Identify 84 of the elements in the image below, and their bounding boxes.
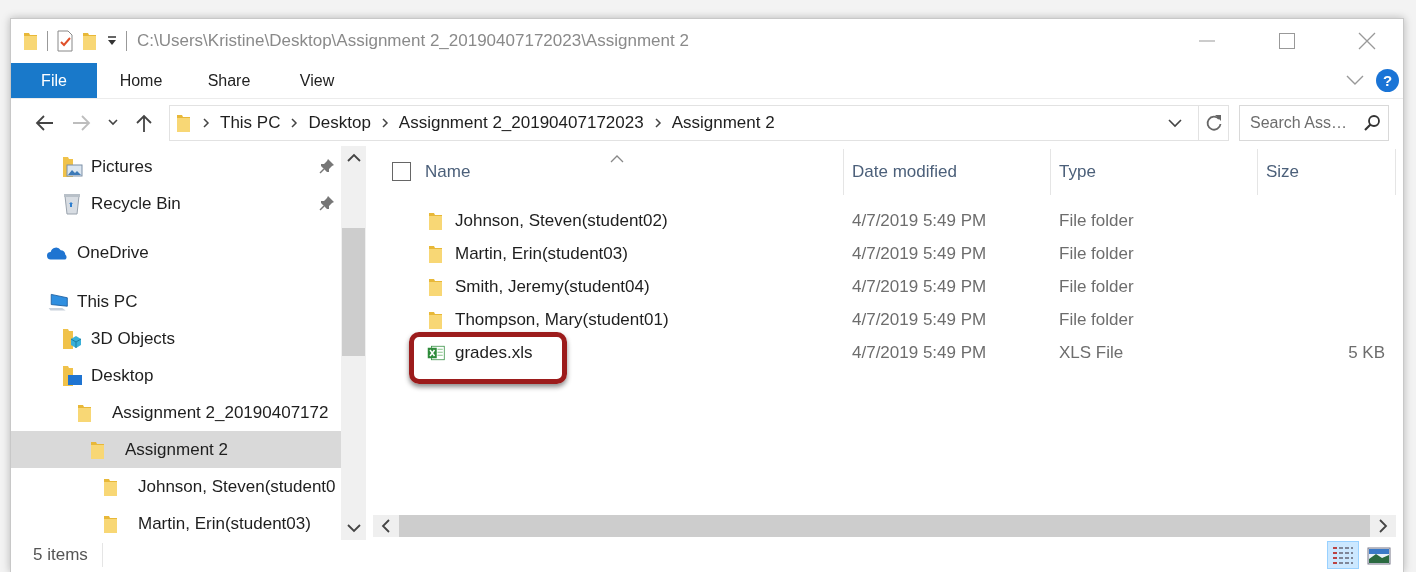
chevron-right-icon [1378,519,1388,533]
folder-icon [428,309,444,330]
ribbon-tab[interactable]: Share [185,63,273,98]
folder-icon [82,31,98,51]
nav-item[interactable]: Recycle Bin [11,185,341,222]
breadcrumb[interactable]: Assignment 2_20190407172023 [398,112,644,133]
type-cell-text: File folder [1058,243,1135,264]
size-cell-text: 5 KB [1347,342,1386,363]
ribbon-tab[interactable]: View [273,63,361,98]
minimize-icon [1198,40,1216,42]
nav-item[interactable]: Assignment 2 [11,431,341,468]
recycle-bin-icon [62,192,82,215]
type-cell-text: File folder [1058,309,1135,330]
file-name[interactable]: grades.xls [455,342,533,363]
file-menu-button[interactable]: File [11,63,97,98]
breadcrumb[interactable]: Assignment 2 [671,112,775,133]
breadcrumb[interactable]: Desktop [308,112,371,133]
forward-arrow-icon [71,113,91,132]
chevron-icon [1168,117,1182,128]
up-arrow-icon [135,113,153,132]
refresh-icon [1204,113,1223,132]
folder-icon [90,439,106,460]
scroll-right-button[interactable] [1370,515,1396,537]
date-cell-text: 4/7/2019 5:49 PM [851,243,988,264]
date-cell-text: 4/7/2019 5:49 PM [851,309,988,330]
select-all-checkbox[interactable] [391,162,411,181]
horizontal-scrollbar[interactable] [373,515,1396,537]
close-icon [1358,32,1376,50]
column-header[interactable]: Type [1051,148,1258,195]
desktop-folder-icon [61,364,83,387]
folder-icon [428,243,444,264]
nav-item[interactable]: Pictures [11,148,341,185]
type-cell-text: File folder [1058,276,1135,297]
nav-item[interactable]: Assignment 2_20190407172 [11,394,341,431]
cube-folder-icon [61,327,83,350]
folder-icon [428,276,444,297]
search-icon [1363,113,1381,132]
chevron-down-icon [346,523,361,533]
nav-item[interactable]: Johnson, Steven(student0 [11,468,341,505]
properties-icon [56,30,74,52]
nav-item[interactable]: 3D Objects [11,320,341,357]
column-header[interactable]: Date modified [844,148,1051,195]
back-arrow-icon [35,113,55,132]
item-count: 5 items [33,543,103,567]
file-name[interactable]: Thompson, Mary(student01) [455,309,669,330]
file-name[interactable]: Smith, Jeremy(student04) [455,276,650,297]
file-name[interactable]: Johnson, Steven(student02) [455,210,668,231]
chevron-icon [653,116,662,129]
chevron-icon [202,116,210,129]
folder-icon [103,476,119,497]
vertical-scrollbar[interactable] [341,146,366,540]
address-bar[interactable]: This PC Desktop Assignment 2_20190407172023 Assignment 2 [169,104,1229,141]
chevron-icon [380,116,389,129]
scroll-left-button[interactable] [373,515,399,537]
column-header[interactable]: Name [421,148,844,195]
folder-icon [103,513,119,534]
type-cell-text: XLS File [1058,342,1125,363]
breadcrumb[interactable]: This PC [220,112,281,133]
pictures-folder-icon [61,155,83,178]
file-name[interactable]: Martin, Erin(student03) [455,243,628,264]
folder-icon [23,31,39,51]
maximize-icon [1278,32,1296,50]
chevron-left-icon [381,519,391,533]
search-field[interactable]: Search Ass… [1239,104,1389,141]
chevron-up-icon [346,153,361,163]
caret-icon [106,35,118,47]
type-cell-text: File folder [1058,210,1135,231]
chevron-icon [290,116,299,129]
chevron-icon [1346,73,1364,86]
nav-item[interactable]: This PC [11,283,341,320]
folder-icon [77,402,93,423]
scrollbar-thumb[interactable] [342,228,365,356]
date-cell-text: 4/7/2019 5:49 PM [851,276,988,297]
help-button[interactable]: ? [1376,69,1399,92]
nav-item[interactable]: Desktop [11,357,341,394]
ribbon-tab[interactable]: Home [97,63,185,98]
date-cell-text: 4/7/2019 5:49 PM [851,342,988,363]
folder-icon [176,112,192,133]
date-cell-text: 4/7/2019 5:49 PM [851,210,988,231]
folder-icon [428,210,444,231]
nav-item[interactable]: OneDrive [11,234,341,271]
nav-item[interactable]: Martin, Erin(student03) [11,505,341,540]
column-header[interactable]: Size [1258,148,1396,195]
window-title: C:\Users\Kristine\Desktop\Assignment 2_20190407172023\Assignment 2 [137,31,689,51]
